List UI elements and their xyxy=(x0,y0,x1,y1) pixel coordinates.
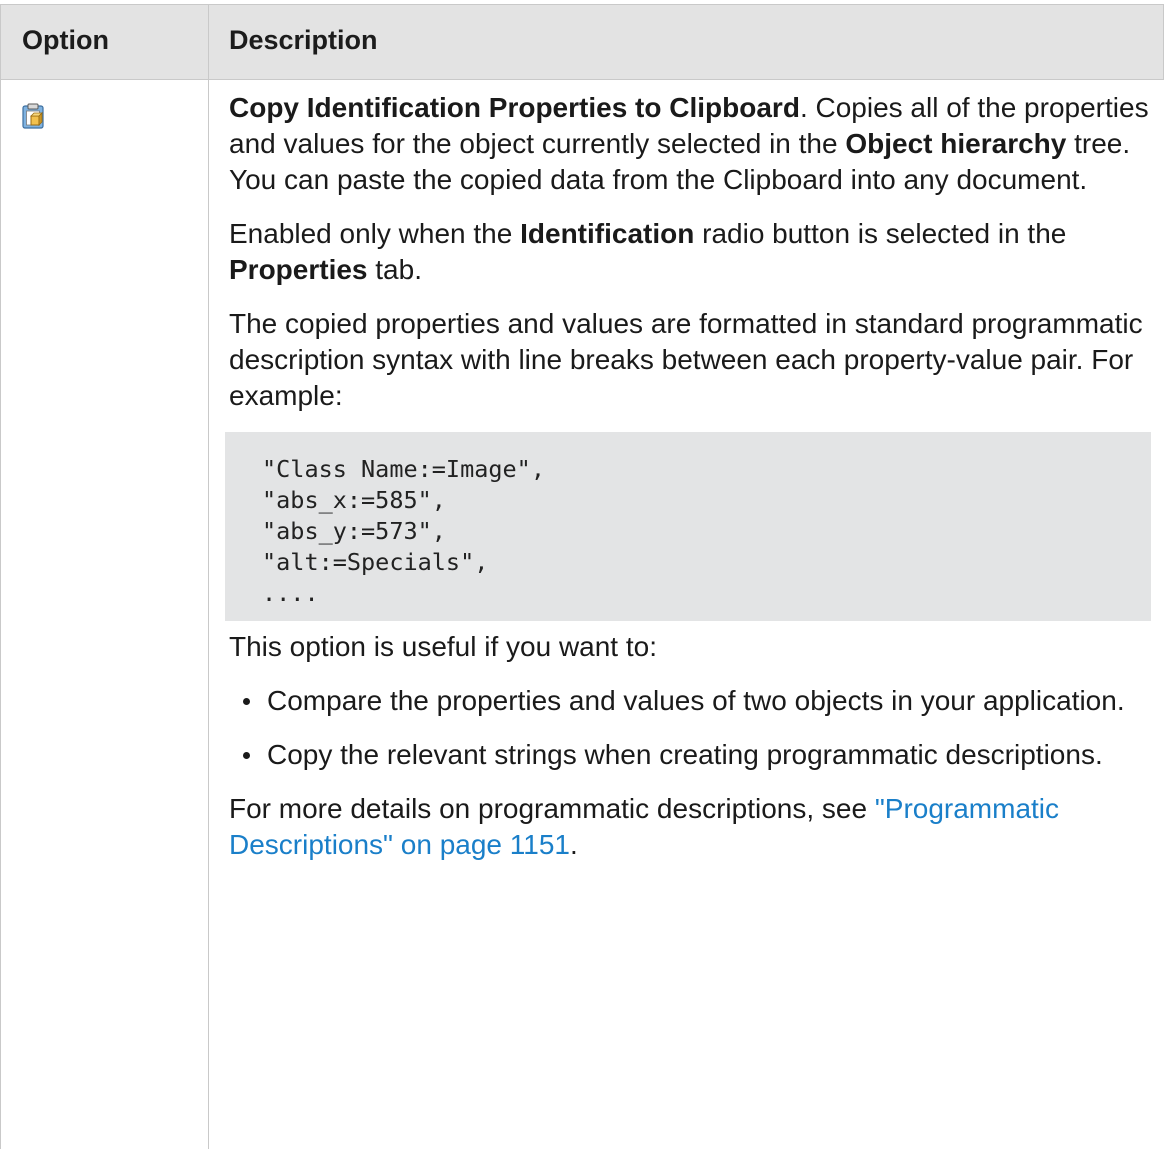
enabled-text-mid: radio button is selected in the xyxy=(694,218,1067,249)
code-line: "abs_y:=573", xyxy=(262,517,446,545)
table-left-border xyxy=(0,4,1,1149)
format-paragraph: The copied properties and values are for… xyxy=(229,308,1143,411)
table-header-row xyxy=(0,4,1164,80)
table-column-divider xyxy=(208,4,209,1149)
enabled-text-end: tab. xyxy=(367,254,422,285)
code-line: "alt:=Specials", xyxy=(262,548,489,576)
code-line: .... xyxy=(262,579,319,607)
bullet-icon xyxy=(243,752,250,759)
column-header-description: Description xyxy=(229,25,378,55)
copy-to-clipboard-icon xyxy=(22,103,44,129)
more-details-paragraph: For more details on programmatic descrip… xyxy=(229,791,1151,863)
properties-term: Properties xyxy=(229,254,368,285)
more-details-text: For more details on programmatic descrip… xyxy=(229,793,875,824)
enabled-paragraph: Enabled only when the Identification rad… xyxy=(229,216,1151,288)
identification-term: Identification xyxy=(520,218,695,249)
column-header-option: Option xyxy=(22,25,109,55)
use-case-list: Compare the properties and values of two… xyxy=(229,683,1151,773)
more-details-end: . xyxy=(569,829,578,860)
code-line: "abs_x:=585", xyxy=(262,486,446,514)
list-item-text: Compare the properties and values of two… xyxy=(267,685,1125,716)
option-title: Copy Identification Properties to Clipbo… xyxy=(229,92,800,123)
list-item: Copy the relevant strings when creating … xyxy=(229,737,1151,773)
list-item-text: Copy the relevant strings when creating … xyxy=(267,739,1103,770)
code-example-block: "Class Name:=Image", "abs_x:=585", "abs_… xyxy=(225,432,1151,621)
useful-paragraph: This option is useful if you want to: xyxy=(229,631,657,662)
enabled-text: Enabled only when the xyxy=(229,218,521,249)
code-line: "Class Name:=Image", xyxy=(262,455,545,483)
description-cell: Copy Identification Properties to Clipbo… xyxy=(225,90,1151,881)
list-item: Compare the properties and values of two… xyxy=(229,683,1151,719)
options-table: Option Description Copy Identification P… xyxy=(0,0,1164,1149)
intro-paragraph: Copy Identification Properties to Clipbo… xyxy=(229,90,1151,198)
bullet-icon xyxy=(243,698,250,705)
object-hierarchy-term: Object hierarchy xyxy=(845,128,1067,159)
